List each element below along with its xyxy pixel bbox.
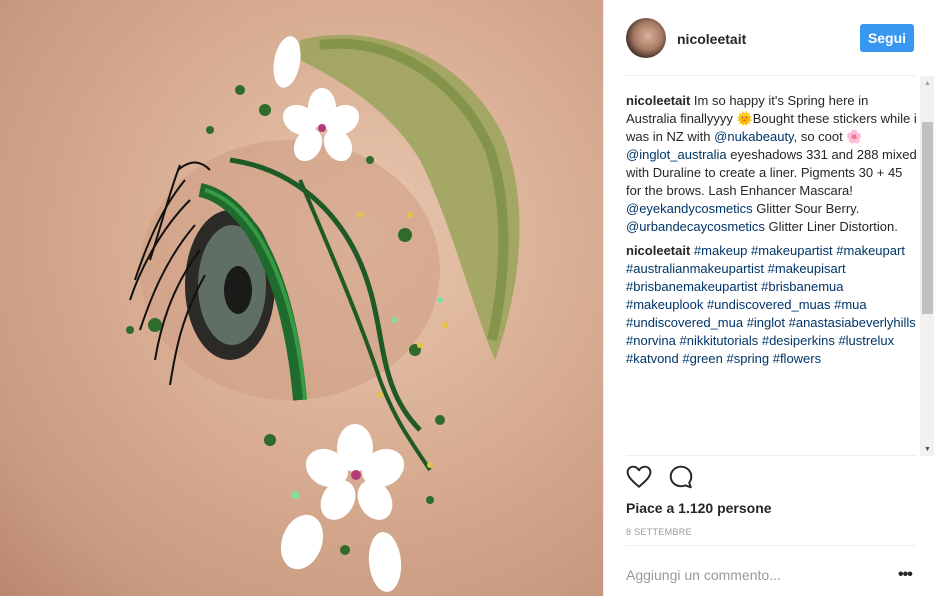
follow-button[interactable]: Segui [860, 24, 914, 52]
more-options-icon[interactable]: ••• [898, 566, 913, 584]
hashtag-links[interactable]: #makeup #makeupartist #makeupart #austra… [626, 243, 916, 366]
eye-makeup-illustration [126, 34, 520, 592]
comment-bubble-icon[interactable] [668, 464, 694, 490]
post-actions [626, 455, 916, 495]
username-link[interactable]: nicoleetait [677, 31, 746, 47]
caption-text: Glitter Liner Distortion. [764, 219, 898, 234]
sun-emoji-icon: 🌞 [736, 111, 753, 126]
post-header: nicoleetait Segui [626, 18, 916, 76]
scroll-up-arrow-icon[interactable]: ▲ [920, 76, 934, 90]
comment-author[interactable]: nicoleetait [626, 93, 690, 108]
post-side-panel: nicoleetait Segui nicoleetait Im so happ… [603, 0, 934, 596]
comment-author[interactable]: nicoleetait [626, 243, 690, 258]
comments-scrollbar[interactable]: ▲ ▼ [920, 76, 934, 456]
scroll-down-arrow-icon[interactable]: ▼ [920, 442, 934, 456]
scroll-thumb[interactable] [922, 122, 933, 314]
caption-comment: nicoleetait Im so happy it's Spring here… [626, 92, 918, 236]
add-comment-bar: ••• [626, 545, 916, 596]
blossom-emoji-icon: 🌸 [846, 129, 863, 144]
heart-icon[interactable] [626, 464, 652, 490]
post-date[interactable]: 8 SETTEMBRE [626, 527, 692, 537]
mention-link[interactable]: @eyekandycosmetics [626, 201, 753, 216]
caption-text: , so coot [793, 129, 847, 144]
mention-link[interactable]: @inglot_australia [626, 147, 727, 162]
sticker-flower-bottom [305, 424, 405, 520]
comment-input[interactable] [626, 564, 866, 586]
comments-list[interactable]: nicoleetait Im so happy it's Spring here… [626, 92, 918, 454]
likes-count[interactable]: Piace a 1.120 persone [626, 500, 772, 516]
caption-text: Glitter Sour Berry. [752, 201, 860, 216]
post-photo[interactable] [0, 0, 603, 596]
mention-link[interactable]: @nukabeauty [714, 129, 793, 144]
avatar[interactable] [626, 18, 666, 58]
mention-link[interactable]: @urbandecaycosmetics [626, 219, 765, 234]
hashtag-comment: nicoleetait #makeup #makeupartist #makeu… [626, 242, 918, 368]
